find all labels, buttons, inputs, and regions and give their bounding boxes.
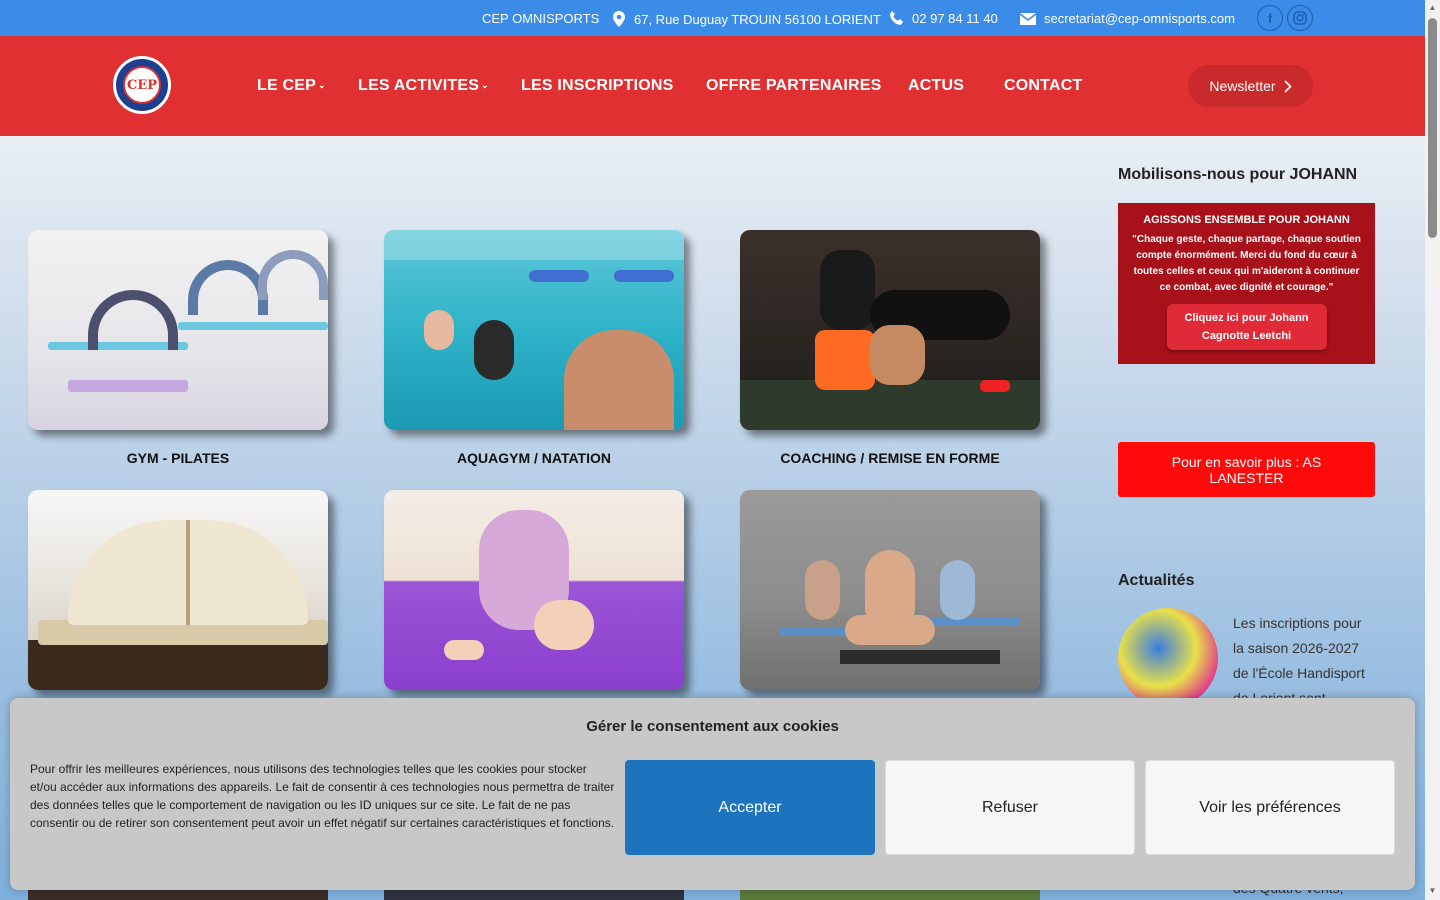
news-excerpt[interactable]: Les inscriptions pour la saison 2026-202… [1233, 611, 1373, 711]
view-preferences-button[interactable]: Voir les préférences [1145, 760, 1395, 855]
org-name-text: CEP OMNISPORTS [482, 11, 600, 26]
activity-card-meditation[interactable] [740, 490, 1040, 690]
phone[interactable]: 02 97 84 11 40 [889, 11, 998, 26]
books-image [28, 490, 328, 690]
coaching-image [740, 230, 1040, 430]
johann-banner[interactable]: AGISSONS ENSEMBLE POUR JOHANN "Chaque ge… [1118, 203, 1375, 364]
johann-banner-heading: AGISSONS ENSEMBLE POUR JOHANN [1143, 214, 1350, 226]
org-name: CEP OMNISPORTS [482, 11, 599, 26]
activity-card-aquagym[interactable]: AQUAGYM / NATATION [384, 230, 684, 466]
scroll-up-icon[interactable]: ▲ [1428, 3, 1437, 12]
facebook-icon: f [1267, 10, 1273, 26]
cookie-title: Gérer le consentement aux cookies [586, 718, 839, 735]
page-scrollbar[interactable]: ▲ ▼ [1425, 0, 1440, 900]
logo-emblem: CEP [123, 66, 161, 104]
cookie-consent-banner: Gérer le consentement aux cookies Pour o… [10, 698, 1415, 890]
nav-les-inscriptions[interactable]: LES INSCRIPTIONS [521, 77, 674, 95]
location-pin-icon [613, 11, 625, 27]
activity-card-gym-pilates[interactable]: GYM - PILATES [28, 230, 328, 466]
instagram-icon [1293, 11, 1307, 25]
johann-leetchi-button[interactable]: Cliquez ici pour Johann Cagnotte Leetchi [1166, 304, 1327, 350]
news-thumbnail[interactable] [1118, 608, 1218, 708]
meditation-image [740, 490, 1040, 690]
nav-contact[interactable]: CONTACT [1004, 77, 1082, 95]
newsletter-button[interactable]: Newsletter [1188, 65, 1313, 107]
address[interactable]: 67, Rue Duguay TROUIN 56100 LORIENT [612, 11, 881, 27]
activity-card-coaching[interactable]: COACHING / REMISE EN FORME [740, 230, 1040, 466]
refuse-cookies-button[interactable]: Refuser [885, 760, 1135, 855]
facebook-link[interactable]: f [1257, 5, 1283, 31]
main-header: CEP LE CEP ⌄ LES ACTIVITES ⌄ LES INSCRIPTI… [0, 36, 1425, 136]
activity-title: AQUAGYM / NATATION [457, 450, 611, 466]
activity-title: COACHING / REMISE EN FORME [780, 450, 1000, 466]
address-text: 67, Rue Duguay TROUIN 56100 LORIENT [634, 11, 881, 27]
logo-text: CEP [126, 77, 158, 93]
nav-les-activites[interactable]: LES ACTIVITES ⌄ [358, 77, 489, 95]
johann-button-line1: Cliquez ici pour Johann [1184, 312, 1309, 324]
site-logo[interactable]: CEP [113, 56, 171, 114]
mail-icon [1020, 12, 1036, 25]
nav-actus[interactable]: ACTUS [908, 77, 964, 95]
scroll-down-icon[interactable]: ▼ [1428, 886, 1437, 895]
johann-heading: Mobilisons-nous pour JOHANN [1118, 166, 1358, 183]
scrollbar-thumb[interactable] [1428, 18, 1437, 238]
newsletter-label: Newsletter [1209, 78, 1276, 94]
activity-card-baby-yoga[interactable] [384, 490, 684, 690]
baby-yoga-image [384, 490, 684, 690]
email-text: secretariat@cep-omnisports.com [1044, 11, 1235, 26]
johann-banner-quote: "Chaque geste, chaque partage, chaque so… [1132, 234, 1361, 293]
activity-title: GYM - PILATES [126, 450, 230, 466]
chevron-down-icon: ⌄ [481, 80, 489, 90]
email[interactable]: secretariat@cep-omnisports.com [1020, 11, 1235, 26]
accept-cookies-button[interactable]: Accepter [625, 760, 875, 855]
cookie-text: Pour offrir les meilleures expériences, … [30, 762, 615, 830]
phone-icon [890, 11, 903, 25]
as-lanester-button[interactable]: Pour en savoir plus : AS LANESTER [1118, 442, 1375, 497]
chevron-right-icon [1283, 79, 1292, 93]
nav-offre-partenaires[interactable]: OFFRE PARTENAIRES [706, 77, 882, 95]
top-bar: CEP OMNISPORTS 67, Rue Duguay TROUIN 561… [0, 0, 1425, 36]
johann-button-line2: Cagnotte Leetchi [1201, 330, 1292, 342]
instagram-link[interactable] [1287, 5, 1313, 31]
news-heading: Actualités [1118, 572, 1195, 589]
aquagym-image [384, 230, 684, 430]
nav-label: LE CEP [257, 77, 316, 94]
gym-pilates-image [28, 230, 328, 430]
phone-text: 02 97 84 11 40 [912, 11, 998, 26]
activity-card-books[interactable] [28, 490, 328, 690]
chevron-down-icon: ⌄ [318, 80, 326, 90]
nav-label: LES ACTIVITES [358, 77, 480, 94]
nav-le-cep[interactable]: LE CEP ⌄ [257, 77, 326, 95]
